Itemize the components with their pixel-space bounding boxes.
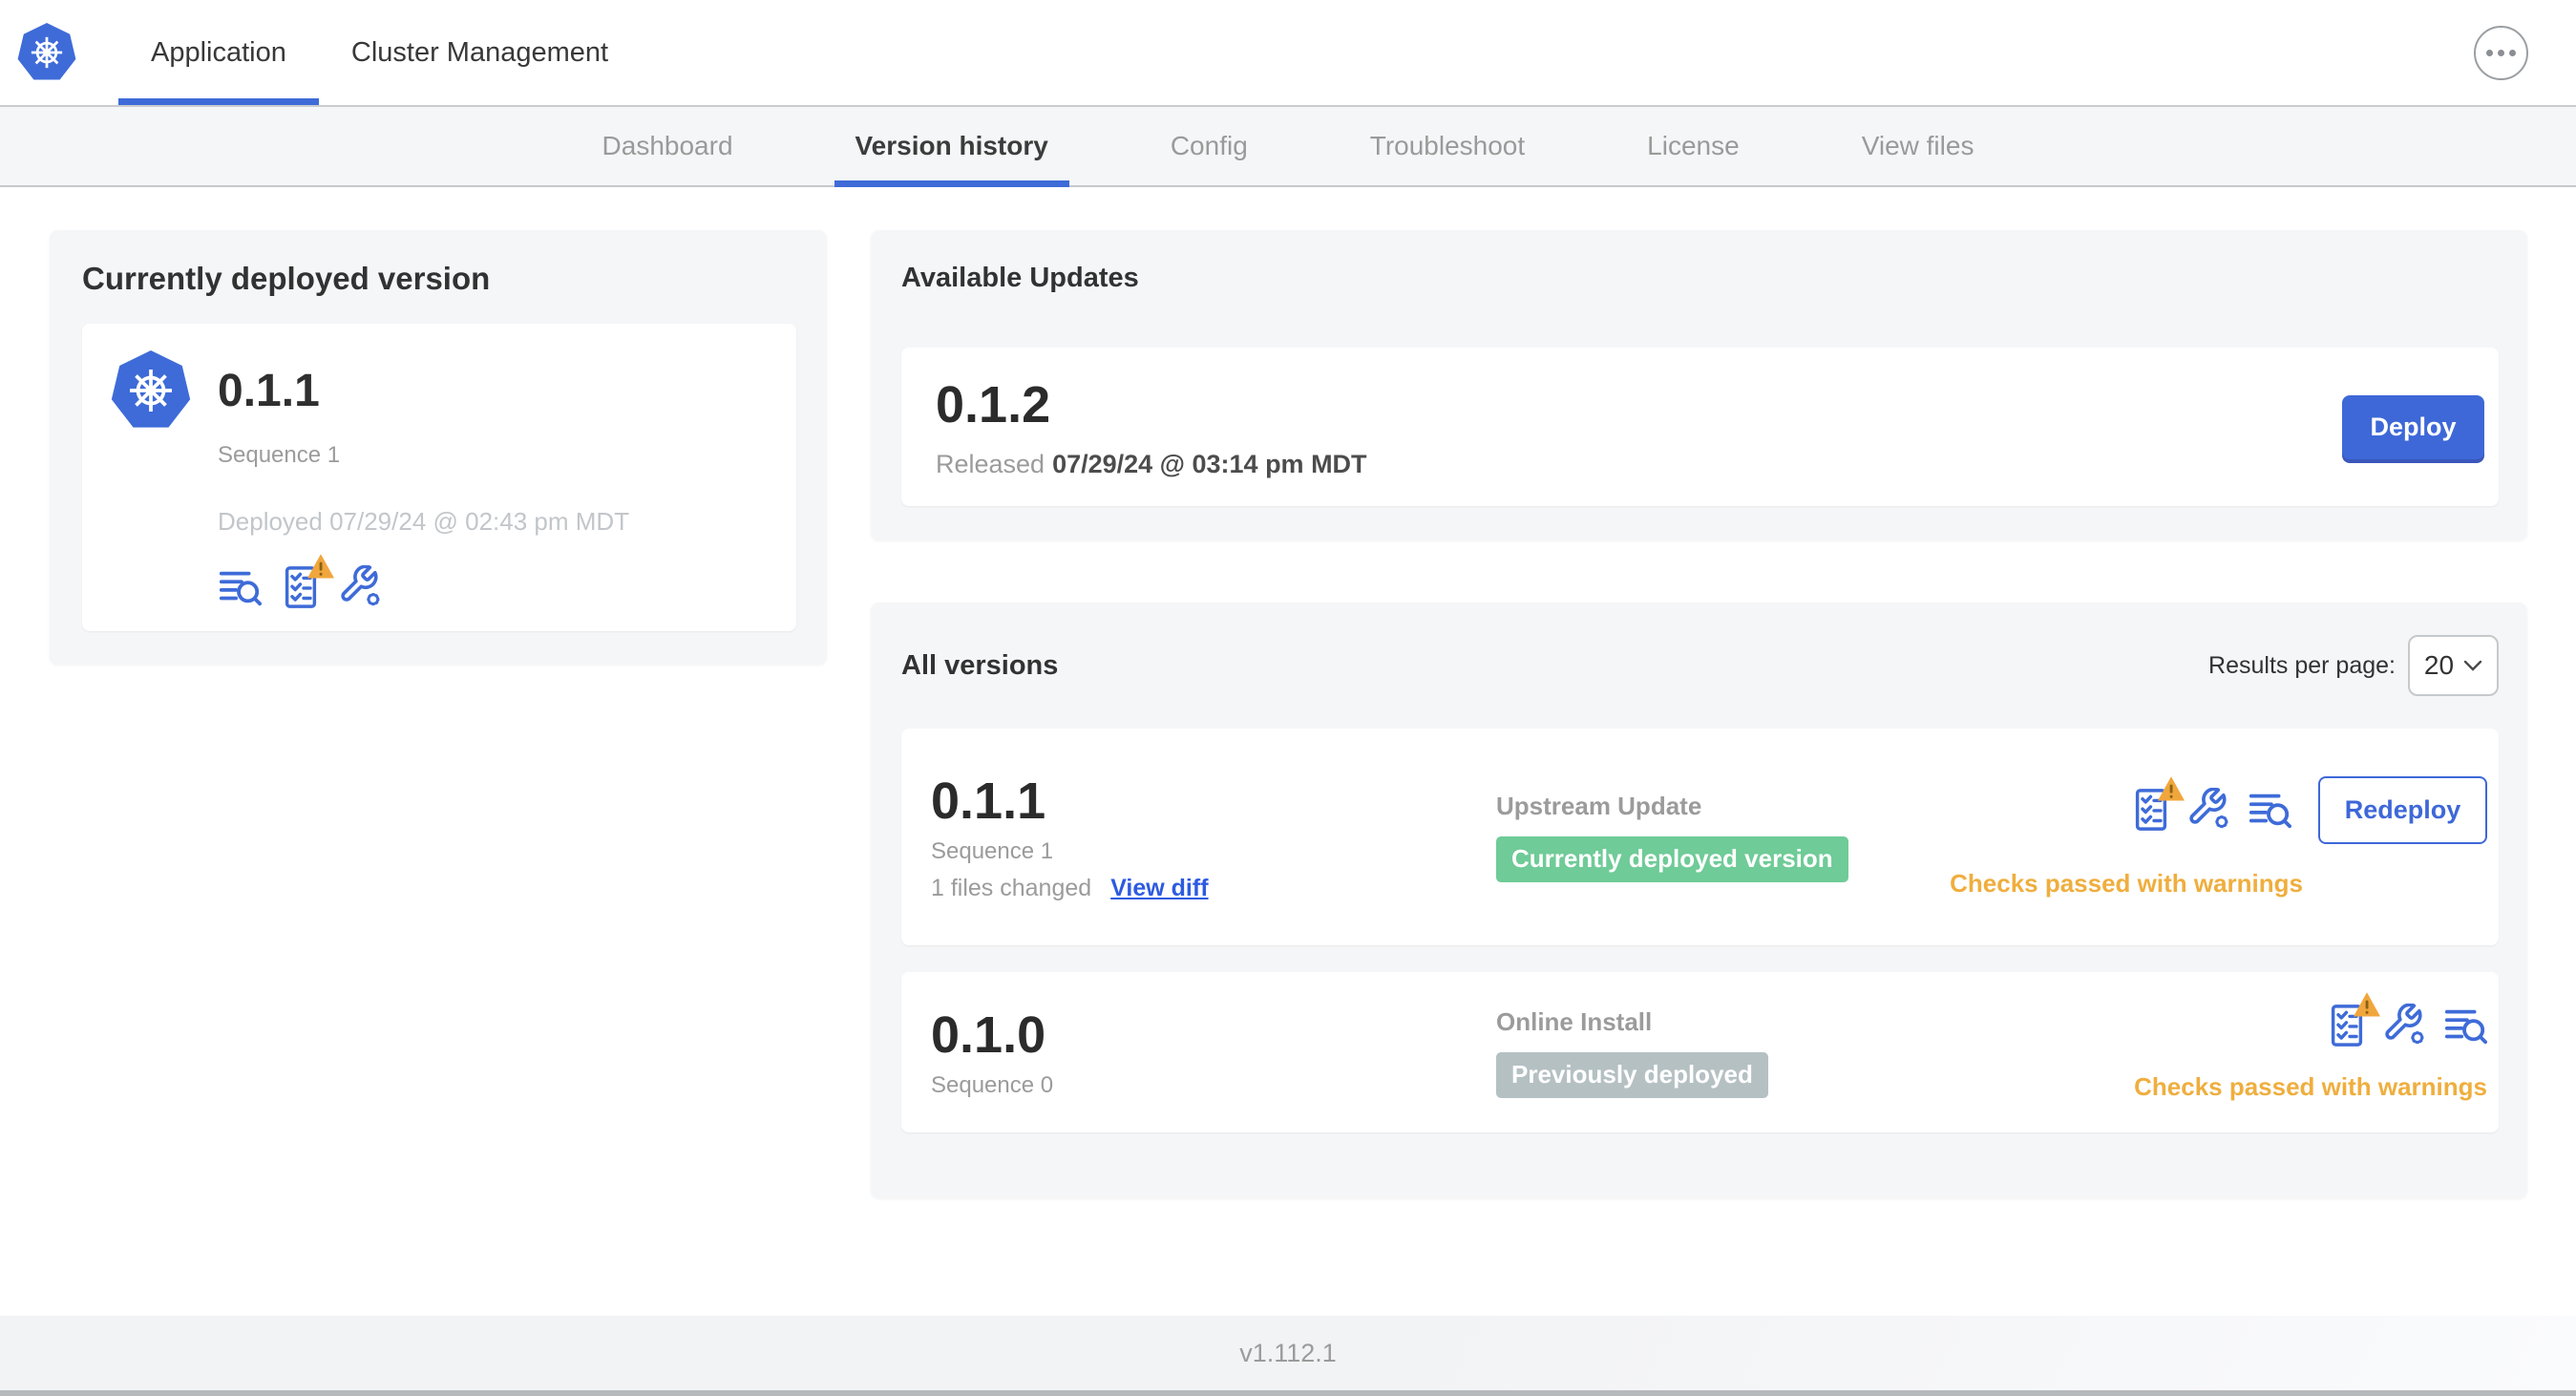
diff-logs-icon[interactable]	[218, 565, 262, 609]
diff-logs-icon[interactable]	[2248, 788, 2291, 832]
tab-application[interactable]: Application	[118, 0, 319, 105]
warning-triangle-icon	[306, 553, 335, 580]
tab-application-label: Application	[151, 36, 286, 68]
currently-deployed-panel: Currently deployed version 0.1.1 Sequenc…	[50, 230, 827, 665]
update-version-number: 0.1.2	[936, 375, 1051, 434]
ellipsis-icon	[2486, 50, 2493, 56]
checks-status-text: Checks passed with warnings	[2134, 1071, 2487, 1101]
current-version-deployed-date: Deployed 07/29/24 @ 02:43 pm MDT	[218, 507, 630, 536]
tab-cluster-management-label: Cluster Management	[350, 36, 609, 68]
view-diff-link[interactable]: View diff	[1110, 875, 1208, 902]
files-changed-label: 1 files changed	[931, 875, 1092, 901]
subnav-dashboard[interactable]: Dashboard	[541, 107, 794, 185]
available-update-card: 0.1.2 Released 07/29/24 @ 03:14 pm MDT De…	[901, 348, 2499, 506]
currently-deployed-card: 0.1.1 Sequence 1 Deployed 07/29/24 @ 02:…	[82, 324, 796, 631]
warning-triangle-icon	[2353, 991, 2381, 1018]
warning-triangle-icon	[2157, 775, 2185, 802]
kubernetes-logo	[17, 23, 76, 82]
version-row-0-1-0: 0.1.0 Sequence 0 Online Install Previous…	[901, 972, 2499, 1132]
preflight-checks-warning-icon[interactable]	[2129, 776, 2185, 832]
subnav-config[interactable]: Config	[1109, 107, 1309, 185]
app-header: Application Cluster Management	[0, 0, 2576, 105]
app-subnav: Dashboard Version history Config Trouble…	[0, 105, 2576, 187]
all-versions-title: All versions	[901, 649, 1059, 681]
admin-console-page: Application Cluster Management Dashboard…	[0, 0, 2576, 1396]
deploy-button[interactable]: Deploy	[2342, 394, 2484, 459]
subnav-troubleshoot[interactable]: Troubleshoot	[1309, 107, 1586, 185]
preflight-checks-warning-icon[interactable]	[279, 554, 334, 609]
checks-status-text: Checks passed with warnings	[1950, 868, 2303, 898]
subnav-license[interactable]: License	[1586, 107, 1801, 185]
tab-cluster-management[interactable]: Cluster Management	[319, 0, 641, 105]
console-version: v1.112.1	[1239, 1338, 1337, 1367]
results-per-page-select[interactable]: 20	[2408, 635, 2499, 696]
released-date: 07/29/24 @ 03:14 pm MDT	[1052, 449, 1367, 478]
status-badge: Currently deployed version	[1496, 836, 1848, 882]
app-icon-kubernetes	[111, 350, 191, 431]
row-version-number: 0.1.0	[931, 1006, 1046, 1064]
wrench-config-icon[interactable]	[2384, 1003, 2428, 1047]
version-source: Upstream Update	[1496, 792, 1702, 820]
current-version-number: 0.1.1	[218, 365, 320, 416]
available-updates-title: Available Updates	[901, 263, 1139, 293]
currently-deployed-title: Currently deployed version	[82, 261, 491, 296]
redeploy-button[interactable]: Redeploy	[2318, 775, 2487, 844]
row-version-number: 0.1.1	[931, 772, 1046, 830]
all-versions-panel: All versions Results per page: 20 0.1.1 …	[871, 603, 2527, 1198]
subnav-version-history[interactable]: Version history	[794, 107, 1109, 187]
wrench-config-icon[interactable]	[2188, 788, 2232, 832]
available-updates-panel: Available Updates 0.1.2 Released 07/29/24…	[871, 230, 2527, 540]
app-footer: v1.112.1	[0, 1316, 2576, 1396]
row-sequence: Sequence 0	[931, 1072, 1054, 1098]
main-content: Currently deployed version 0.1.1 Sequenc…	[0, 187, 2576, 1316]
diff-logs-icon[interactable]	[2443, 1004, 2487, 1047]
status-badge: Previously deployed	[1496, 1051, 1768, 1098]
subnav-view-files[interactable]: View files	[1801, 107, 2036, 185]
more-options-button[interactable]	[2474, 26, 2528, 80]
chevron-down-icon	[2463, 660, 2482, 671]
results-per-page-label: Results per page:	[2208, 651, 2396, 679]
version-row-0-1-1: 0.1.1 Sequence 1 1 files changed View di…	[901, 729, 2499, 945]
current-version-sequence: Sequence 1	[218, 442, 341, 468]
preflight-checks-warning-icon[interactable]	[2325, 991, 2380, 1047]
results-per-page-value: 20	[2423, 650, 2455, 680]
row-sequence: Sequence 1	[931, 838, 1054, 864]
released-label: Released	[936, 449, 1045, 478]
version-source: Online Install	[1496, 1006, 1653, 1036]
wrench-config-icon[interactable]	[340, 565, 384, 609]
header-tabs: Application Cluster Management	[118, 0, 641, 105]
